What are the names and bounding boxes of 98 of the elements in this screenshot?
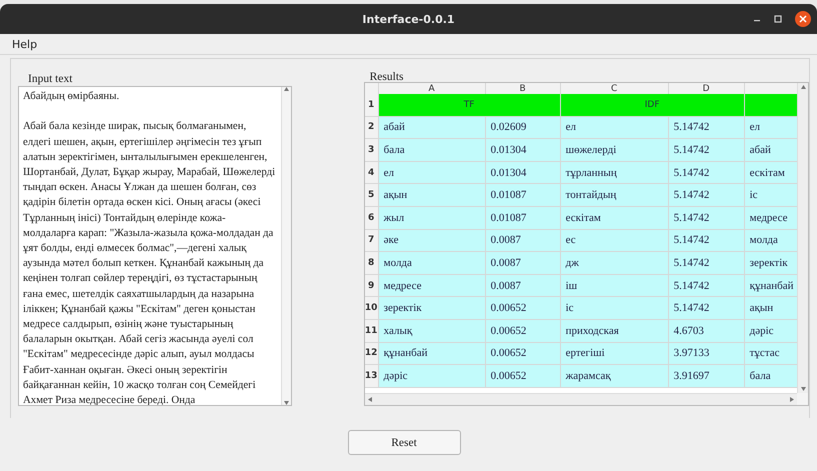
table-cell: 0.01087 bbox=[486, 184, 561, 207]
up-arrow-icon[interactable] bbox=[284, 87, 289, 91]
right-arrow-icon[interactable] bbox=[790, 397, 794, 402]
table-cell: іш bbox=[560, 274, 669, 298]
row-number: 9 bbox=[364, 274, 379, 298]
table-cell: құнанбай bbox=[744, 274, 797, 298]
row-number: 10 bbox=[364, 297, 379, 320]
row-number: 3 bbox=[364, 139, 379, 162]
table-cell: ел bbox=[378, 162, 486, 184]
row-number: 12 bbox=[364, 342, 379, 366]
table-cell: 0.0087 bbox=[486, 274, 561, 298]
table-cell: ертегіші bbox=[560, 342, 669, 366]
table-cell: молда bbox=[744, 230, 797, 252]
table-cell: 0.0087 bbox=[486, 230, 561, 252]
results-label: Results bbox=[368, 72, 404, 82]
table-cell: IDF bbox=[560, 94, 745, 117]
row-number: 6 bbox=[364, 206, 379, 230]
row-number: 4 bbox=[364, 162, 379, 184]
table-cell: 0.01304 bbox=[486, 162, 561, 184]
table-cell: 5.14742 bbox=[668, 206, 745, 230]
vertical-scrollbar[interactable] bbox=[797, 83, 808, 393]
table-cell: 0.00652 bbox=[486, 320, 561, 343]
table-cell: 0.00652 bbox=[486, 342, 561, 366]
table-cell: құнанбай bbox=[378, 342, 486, 366]
vertical-scrollbar[interactable] bbox=[280, 87, 291, 405]
table-cell: 0.0087 bbox=[486, 252, 561, 275]
table-cell: ел bbox=[560, 116, 669, 140]
table-cell: 5.14742 bbox=[668, 139, 745, 162]
column-header[interactable]: A bbox=[378, 83, 486, 95]
table-cell: іс bbox=[560, 297, 669, 320]
row-number: 2 bbox=[364, 116, 379, 140]
table-cell: жарамсақ bbox=[560, 365, 669, 388]
table-cell: бала bbox=[378, 139, 486, 162]
table-cell: 0.02609 bbox=[486, 116, 561, 140]
table-cell: 5.14742 bbox=[668, 230, 745, 252]
table-cell: зеректік bbox=[378, 297, 486, 320]
down-arrow-icon[interactable] bbox=[284, 401, 289, 405]
table-cell: TF bbox=[378, 94, 561, 117]
table-cell: іс bbox=[744, 184, 797, 207]
table-cell: ақын bbox=[378, 184, 486, 207]
table-cell: тонтайдың bbox=[560, 184, 669, 207]
table-cell: тұстас bbox=[744, 342, 797, 366]
up-arrow-icon[interactable] bbox=[800, 85, 806, 89]
column-header[interactable]: B bbox=[486, 83, 561, 95]
table-cell: 0.00652 bbox=[486, 365, 561, 388]
column-header[interactable]: D bbox=[668, 83, 745, 95]
table-cell: абай bbox=[744, 139, 797, 162]
window-title: Interface-0.0.1 bbox=[362, 12, 455, 26]
menu-item[interactable]: Help bbox=[10, 38, 40, 50]
table-cell: 5.14742 bbox=[668, 297, 745, 320]
table-cell: 0.01087 bbox=[486, 206, 561, 230]
table-cell: приходская bbox=[560, 320, 669, 343]
close-icon[interactable] bbox=[795, 11, 811, 27]
row-number: 11 bbox=[364, 320, 379, 343]
table-cell: ел bbox=[744, 116, 797, 140]
table-cell: зеректік bbox=[744, 252, 797, 275]
column-header[interactable]: C bbox=[560, 83, 669, 95]
table-cell: ес bbox=[560, 230, 669, 252]
table-cell: 0.00652 bbox=[486, 297, 561, 320]
row-number: 8 bbox=[364, 252, 379, 275]
table-cell: молда bbox=[378, 252, 486, 275]
table-cell: 5.14742 bbox=[668, 184, 745, 207]
table-cell: халық bbox=[378, 320, 486, 343]
row-number: 7 bbox=[364, 230, 379, 252]
row-number: 13 bbox=[364, 365, 379, 388]
table-cell: ескітам bbox=[560, 206, 669, 230]
down-arrow-icon[interactable] bbox=[800, 387, 806, 391]
table-cell: бала bbox=[744, 365, 797, 388]
row-number: 5 bbox=[364, 184, 379, 207]
table-cell: 5.14742 bbox=[668, 274, 745, 298]
table-cell: медресе bbox=[744, 206, 797, 230]
table-cell: ескітам bbox=[744, 162, 797, 184]
table-cell: дж bbox=[560, 252, 669, 275]
table-cell: ақын bbox=[744, 297, 797, 320]
input-text-field[interactable]: Абайдың өмірбаяны. Абай бала кезінде ширак, пысық болмағанымен, елдегі шешен, ақын, ертегішілер әңгімесін тез ұғып алатын зеректігімен, ынталылығымен ерекшеленген, Шортанбай, Дулат, Бұқар жырау, Марабай, Шөжелерді тыңдап өскен. Анасы Ұлжан да шешен болған, сөз қадірін білетін ортада өскен кісі. Оның ағасы (әкесі Тұрланның інісі) Тонтайдың өлерінде кожа-молдаларға карап: "Жазыла-жазыла қожа-молдадан да ұят болды, енді өлмесек болмас",—дегені халық аузында мәтел болып кеткен. Құнанбай кажының да кеңінен толғап сөйлер тереңдігі, өз тұстастарының ғана емес, шетелдік саяхатшылардың да назарына іліккен; Құнанбай қажы "Ескітам" деген қоныстан медресе салдырып, өзінің және туыстарының балаларын окытқан. Абай сегіз жасында әуелі сол "Ескітам" медресесінде дәріс алып, ауыл молдасы Ғабит-ханнан оқыған. Әкесі оның зеректігін байқағаннан кейін, 10 жасқо толған соң Семейдегі Ахмет Риза медресесіне береді. Онда bbox=[18, 86, 292, 406]
row-number: 1 bbox=[364, 94, 379, 117]
table-cell: 4.6703 bbox=[668, 320, 745, 343]
table-cell: дәріс bbox=[378, 365, 486, 388]
table-cell: жыл bbox=[378, 206, 486, 230]
table-cell: тұрланның bbox=[560, 162, 669, 184]
corner-cell[interactable] bbox=[364, 83, 379, 95]
table-cell: шөжелерді bbox=[560, 139, 669, 162]
table-cell: 5.14742 bbox=[668, 252, 745, 275]
input-text-label: Input text bbox=[27, 72, 74, 86]
table-cell: 5.14742 bbox=[668, 116, 745, 140]
table-cell: 0.01304 bbox=[486, 139, 561, 162]
table-cell: абай bbox=[378, 116, 486, 140]
horizontal-scrollbar[interactable] bbox=[364, 393, 797, 405]
maximize-icon[interactable] bbox=[774, 15, 782, 23]
table-cell: 5.14742 bbox=[668, 162, 745, 184]
table-cell: 3.97133 bbox=[668, 342, 745, 366]
table-cell: медресе bbox=[378, 274, 486, 298]
table-cell: 3.91697 bbox=[668, 365, 745, 388]
table-cell: дәріс bbox=[744, 320, 797, 343]
reset-button[interactable]: Reset bbox=[348, 430, 460, 455]
left-arrow-icon[interactable] bbox=[368, 397, 372, 402]
table-cell bbox=[744, 94, 797, 117]
table-cell: әке bbox=[378, 230, 486, 252]
